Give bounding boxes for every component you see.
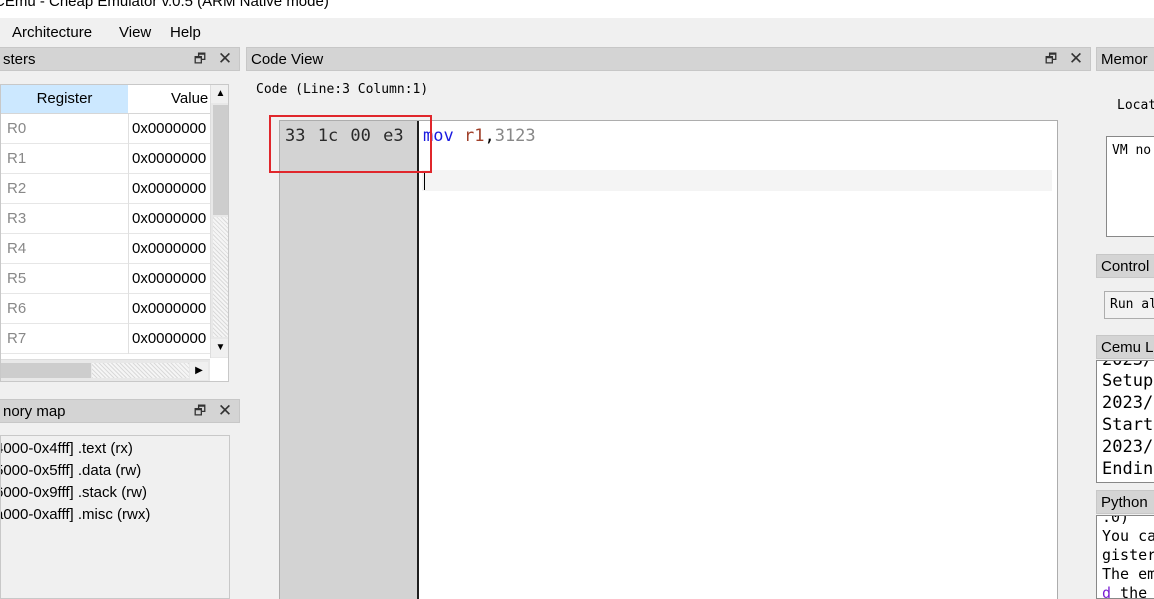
restore-icon[interactable]: 🗗 <box>1043 51 1059 67</box>
register-name: R1 <box>7 150 27 167</box>
log-dock-title: Cemu L <box>1096 335 1154 359</box>
memory-view-box[interactable]: VM no <box>1106 136 1154 237</box>
scroll-up-icon[interactable]: ▲ <box>211 85 228 103</box>
memory-map-dock-title: nory map 🗗 ✕ <box>0 399 240 423</box>
console-line: The em <box>1102 565 1154 583</box>
memory-title: Memor <box>1101 51 1148 68</box>
register-value: 0x0000000 <box>132 180 207 197</box>
control-title: Control <box>1101 258 1150 275</box>
registers-header: Register Value <box>1 85 211 114</box>
table-row[interactable]: R0 0x0000000 <box>1 114 211 144</box>
log-line: 2023/ <box>1102 437 1154 457</box>
code-editor[interactable]: 33 1c 00 e3 mov r1,3123 <box>279 120 1058 599</box>
menu-bar: Architecture View Help <box>0 19 1154 46</box>
current-line-highlight <box>422 170 1052 191</box>
register-value: 0x0000000 <box>132 330 207 347</box>
close-icon[interactable]: ✕ <box>217 50 233 67</box>
register-name: R0 <box>7 120 27 137</box>
menu-view[interactable]: View <box>119 24 151 41</box>
bytes-gutter: 33 1c 00 e3 <box>280 121 419 599</box>
scroll-down-icon[interactable]: ▼ <box>211 339 228 357</box>
code-view-dock-title: Code View 🗗 ✕ <box>246 47 1091 71</box>
code-line-1[interactable]: mov r1,3123 <box>423 126 536 146</box>
table-row[interactable]: R6 0x0000000 <box>1 294 211 324</box>
console-line: gister <box>1102 546 1154 564</box>
register-name: R3 <box>7 210 27 227</box>
console-line: You ca <box>1102 527 1154 545</box>
assembled-bytes: 33 1c 00 e3 <box>285 126 404 146</box>
list-item[interactable]: 4000-0x4fff] .text (rx) <box>1 440 133 457</box>
registers-title: sters <box>3 51 36 68</box>
register-value: 0x0000000 <box>132 270 207 287</box>
scroll-track[interactable] <box>213 217 228 337</box>
register-value: 0x0000000 <box>132 210 207 227</box>
register-value: 0x0000000 <box>132 150 207 167</box>
log-title: Cemu L <box>1101 339 1154 356</box>
log-view[interactable]: 2023/ Setup 2023/ Start 2023/ Endin <box>1096 360 1154 483</box>
console-line: d the <box>1102 584 1148 599</box>
cursor-position-label: Code (Line:3 Column:1) <box>256 82 429 97</box>
table-row[interactable]: R5 0x0000000 <box>1 264 211 294</box>
code-view-title: Code View <box>251 51 324 68</box>
memory-dock-title: Memor <box>1096 47 1154 71</box>
register-name: R7 <box>7 330 27 347</box>
column-header-register[interactable]: Register <box>1 85 128 113</box>
menu-architecture[interactable]: Architecture <box>12 24 92 41</box>
python-dock-title: Python <box>1096 490 1154 514</box>
python-title: Python <box>1101 494 1148 511</box>
restore-icon[interactable]: 🗗 <box>192 51 208 67</box>
window-title: CEmu - Cheap Emulator v.0.5 (ARM Native … <box>0 0 329 10</box>
registers-horizontal-scrollbar[interactable]: ▶ <box>1 359 210 381</box>
window-titlebar: CEmu - Cheap Emulator v.0.5 (ARM Native … <box>0 0 1154 18</box>
list-item[interactable]: 5000-0x5fff] .data (rw) <box>1 462 141 479</box>
register-name: R5 <box>7 270 27 287</box>
code-comma: , <box>484 126 495 146</box>
table-row[interactable]: R4 0x0000000 <box>1 234 211 264</box>
console-highlight-char: d <box>1102 584 1112 599</box>
register-name: R6 <box>7 300 27 317</box>
register-name: R2 <box>7 180 27 197</box>
code-register: r1 <box>463 126 485 146</box>
scroll-thumb[interactable] <box>213 105 228 215</box>
register-value: 0x0000000 <box>132 300 207 317</box>
log-line: 2023/ <box>1102 393 1154 413</box>
registers-vertical-scrollbar[interactable]: ▲ ▼ <box>210 85 228 358</box>
log-line: Setup <box>1102 371 1154 391</box>
control-dock-title: Control <box>1096 254 1154 278</box>
scroll-track[interactable] <box>92 363 189 378</box>
console-line-rest: the <box>1111 584 1148 599</box>
table-row[interactable]: R7 0x0000000 <box>1 324 211 354</box>
column-header-value[interactable]: Value <box>129 85 211 113</box>
register-value: 0x0000000 <box>132 120 207 137</box>
list-item[interactable]: 6000-0x9fff] .stack (rw) <box>1 484 147 501</box>
table-row[interactable]: R3 0x0000000 <box>1 204 211 234</box>
table-row[interactable]: R1 0x0000000 <box>1 144 211 174</box>
close-icon[interactable]: ✕ <box>1068 50 1084 67</box>
register-name: R4 <box>7 240 27 257</box>
python-console[interactable]: .0) You ca gister The em d the <box>1096 515 1154 599</box>
log-line: 2023/ <box>1102 360 1154 370</box>
code-keyword: mov <box>423 126 454 146</box>
register-value: 0x0000000 <box>132 240 207 257</box>
registers-dock-title: sters 🗗 ✕ <box>0 47 240 71</box>
run-all-button[interactable]: Run al <box>1104 291 1154 319</box>
run-all-label: Run al <box>1110 297 1154 312</box>
vm-status-text: VM no <box>1112 143 1152 158</box>
log-line: Endin <box>1102 459 1154 479</box>
menu-help[interactable]: Help <box>170 24 201 41</box>
scroll-thumb[interactable] <box>1 363 91 378</box>
location-label: Locat <box>1117 98 1154 113</box>
registers-table: Register Value R0 0x0000000 R1 0x0000000 R… <box>0 84 229 382</box>
restore-icon[interactable]: 🗗 <box>192 403 208 419</box>
memory-map-list: 4000-0x4fff] .text (rx) 5000-0x5fff] .da… <box>0 435 230 599</box>
memory-map-title: nory map <box>3 403 66 420</box>
code-number: 3123 <box>494 126 536 146</box>
console-line: .0) <box>1102 515 1130 526</box>
list-item[interactable]: a000-0xafff] .misc (rwx) <box>1 506 150 523</box>
scroll-right-icon[interactable]: ▶ <box>190 362 208 380</box>
close-icon[interactable]: ✕ <box>217 402 233 419</box>
table-row[interactable]: R2 0x0000000 <box>1 174 211 204</box>
log-line: Start <box>1102 415 1154 435</box>
text-caret <box>424 171 425 190</box>
